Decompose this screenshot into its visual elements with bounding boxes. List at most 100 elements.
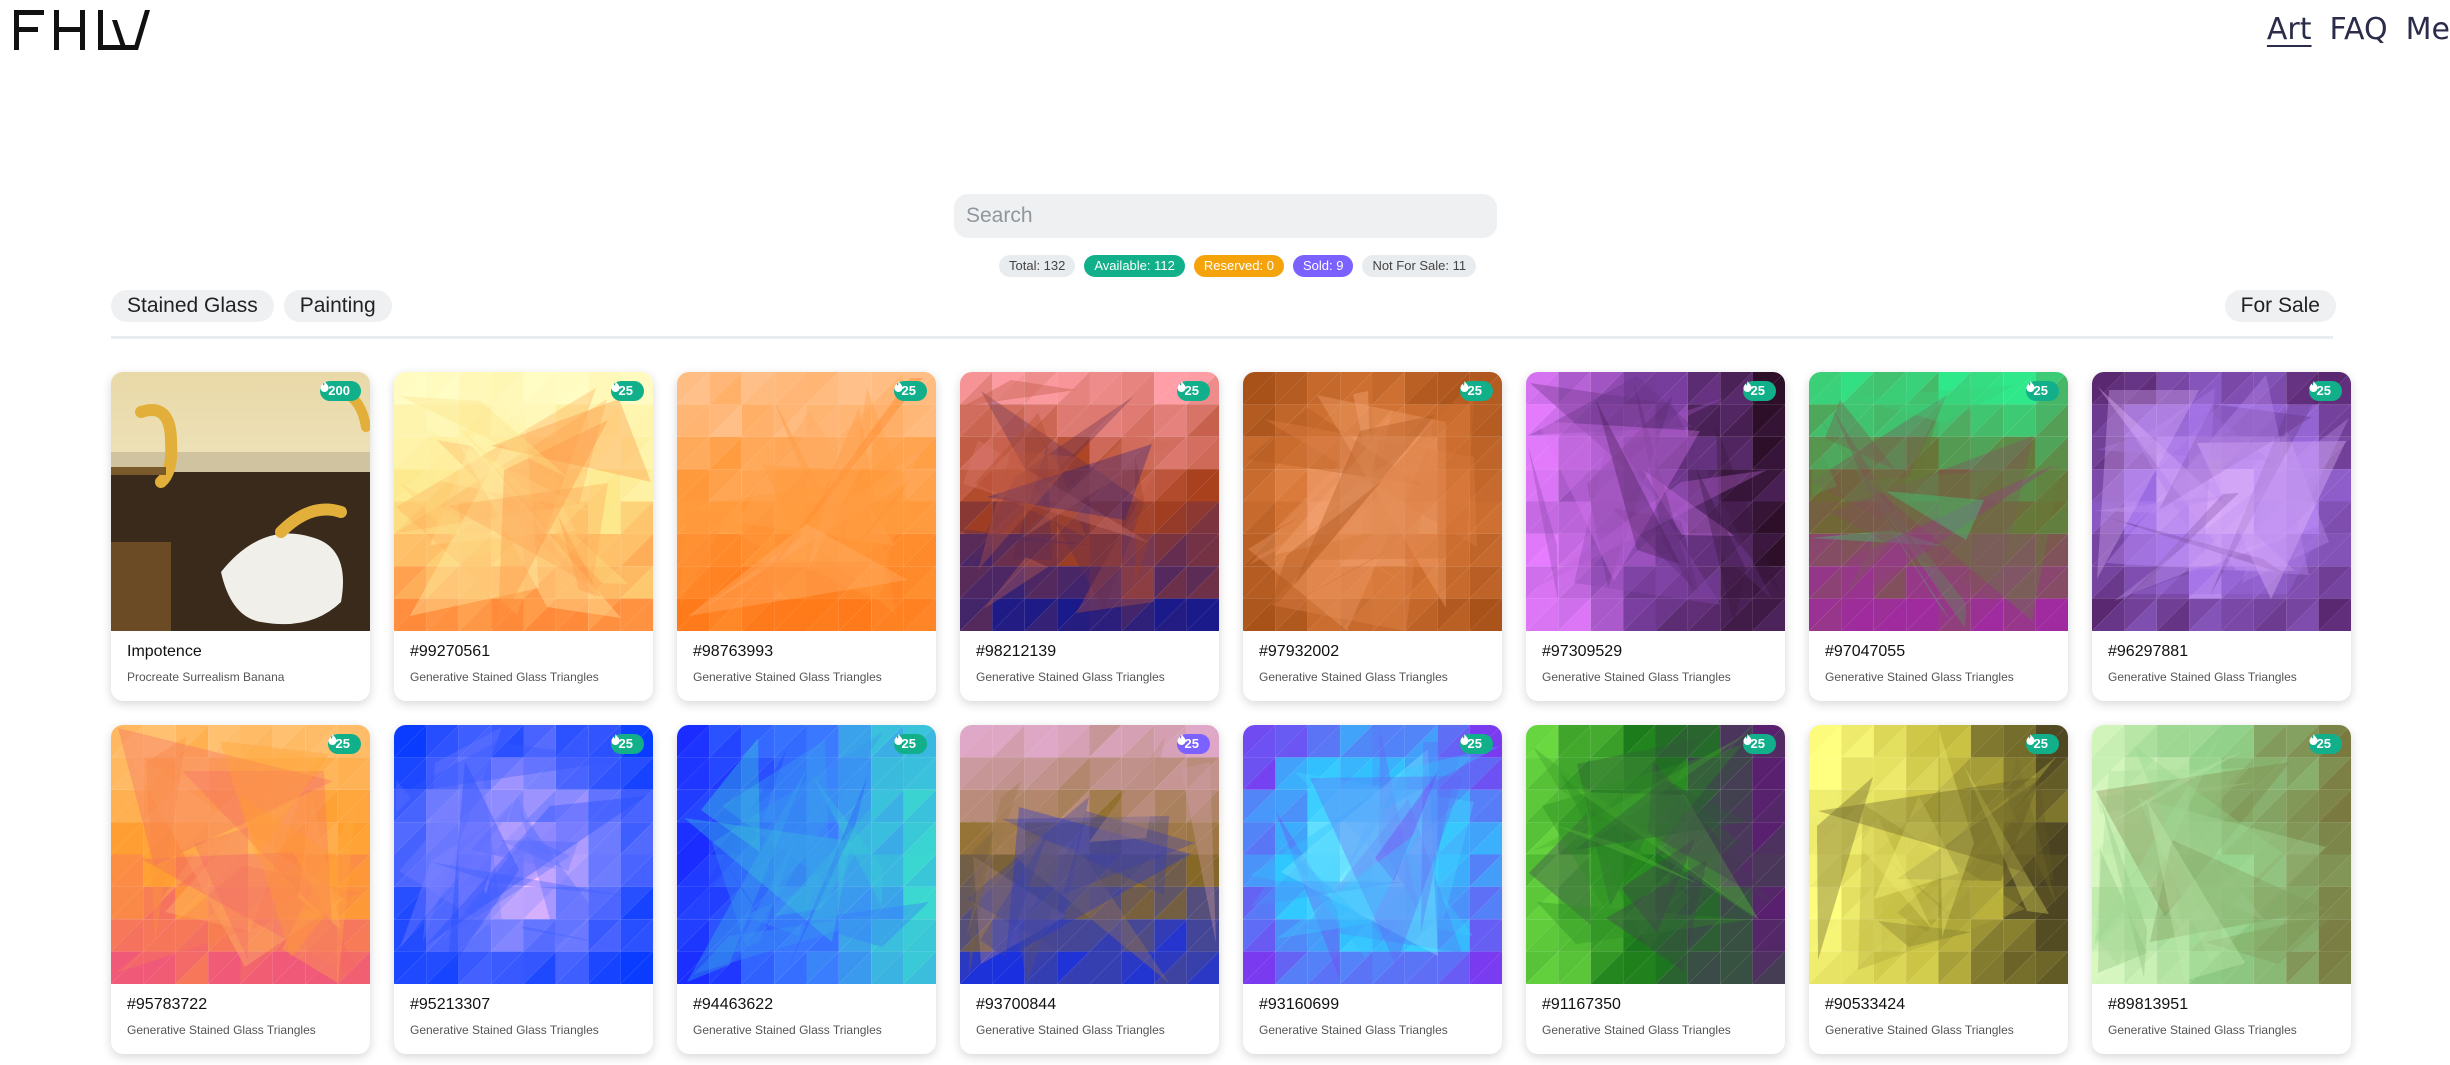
logo[interactable] <box>14 10 150 50</box>
price-value: 25 <box>618 736 633 751</box>
art-card[interactable]: 25 #93700844 Generative Stained Glass Tria… <box>960 725 1219 1054</box>
art-card[interactable]: 25 #96297881 Generative Stained Glass Tria… <box>2092 372 2351 701</box>
not-for-sale-count-badge: Not For Sale: 11 <box>1362 255 1477 277</box>
artwork-image <box>2092 725 2351 984</box>
art-card[interactable]: 25 #98763993 Generative Stained Glass Tria… <box>677 372 936 701</box>
art-card[interactable]: 25 #97047055 Generative Stained Glass Tria… <box>1809 372 2068 701</box>
price-badge: 25 <box>610 734 644 754</box>
artwork-image <box>1809 372 2068 631</box>
artwork-image <box>111 725 370 984</box>
artwork-title[interactable]: #91167350 <box>1542 996 1621 1014</box>
artwork-title[interactable]: #98763993 <box>693 643 773 661</box>
artwork-title[interactable]: #98212139 <box>976 643 1056 661</box>
artwork-collection: Generative Stained Glass Triangles <box>1542 1023 1731 1037</box>
artwork-thumbnail[interactable]: 25 <box>111 725 370 984</box>
price-value: 25 <box>1467 736 1482 751</box>
art-card[interactable]: 25 #97309529 Generative Stained Glass Tria… <box>1526 372 1785 701</box>
artwork-image <box>1243 725 1502 984</box>
price-value: 25 <box>335 736 350 751</box>
artwork-image <box>1526 372 1785 631</box>
artwork-collection: Generative Stained Glass Triangles <box>976 1023 1165 1037</box>
artwork-title[interactable]: Impotence <box>127 643 202 661</box>
price-value: 25 <box>2033 736 2048 751</box>
artwork-image <box>394 725 653 984</box>
artwork-thumbnail[interactable]: 25 <box>2092 725 2351 984</box>
art-card[interactable]: 25 #95213307 Generative Stained Glass Tria… <box>394 725 653 1054</box>
artwork-thumbnail[interactable]: 200 <box>111 372 370 631</box>
reserved-count-badge: Reserved: 0 <box>1193 255 1284 277</box>
artwork-thumbnail[interactable]: 25 <box>1809 725 2068 984</box>
artwork-title[interactable]: #93700844 <box>976 996 1056 1014</box>
nav-faq[interactable]: FAQ <box>2330 12 2388 48</box>
artwork-collection: Generative Stained Glass Triangles <box>1259 670 1448 684</box>
artwork-title[interactable]: #93160699 <box>1259 996 1339 1014</box>
artwork-thumbnail[interactable]: 25 <box>1243 372 1502 631</box>
art-card[interactable]: 25 #90533424 Generative Stained Glass Tria… <box>1809 725 2068 1054</box>
artwork-thumbnail[interactable]: 25 <box>2092 372 2351 631</box>
artwork-thumbnail[interactable]: 25 <box>394 372 653 631</box>
artwork-thumbnail[interactable]: 25 <box>1243 725 1502 984</box>
price-value: 25 <box>1184 736 1199 751</box>
art-card[interactable]: 25 #89813951 Generative Stained Glass Tria… <box>2092 725 2351 1054</box>
artwork-thumbnail[interactable]: 25 <box>1526 725 1785 984</box>
art-card[interactable]: 25 #98212139 Generative Stained Glass Tria… <box>960 372 1219 701</box>
artwork-thumbnail[interactable]: 25 <box>1809 372 2068 631</box>
artwork-thumbnail[interactable]: 25 <box>677 372 936 631</box>
artwork-image <box>677 725 936 984</box>
available-count-badge: Available: 112 <box>1084 255 1185 277</box>
art-card[interactable]: 25 #94463622 Generative Stained Glass Tria… <box>677 725 936 1054</box>
artwork-title[interactable]: #90533424 <box>1825 996 1905 1014</box>
sold-count-badge: Sold: 9 <box>1292 255 1354 277</box>
price-value: 25 <box>2033 383 2048 398</box>
art-card[interactable]: 25 #91167350 Generative Stained Glass Tria… <box>1526 725 1785 1054</box>
artwork-title[interactable]: #97932002 <box>1259 643 1339 661</box>
artwork-title[interactable]: #95783722 <box>127 996 207 1014</box>
art-card[interactable]: 25 #93160699 Generative Stained Glass Tria… <box>1243 725 1502 1054</box>
artwork-title[interactable]: #96297881 <box>2108 643 2188 661</box>
artwork-image <box>1809 725 2068 984</box>
artwork-title[interactable]: #97047055 <box>1825 643 1905 661</box>
filter-stained-glass[interactable]: Stained Glass <box>111 290 274 322</box>
artwork-thumbnail[interactable]: 25 <box>394 725 653 984</box>
artwork-thumbnail[interactable]: 25 <box>960 372 1219 631</box>
filter-for-sale[interactable]: For Sale <box>2224 290 2336 322</box>
price-value: 25 <box>901 736 916 751</box>
price-badge: 25 <box>893 734 927 754</box>
art-card[interactable]: 200 Impotence Procreate Surrealism Banana <box>111 372 370 701</box>
art-card[interactable]: 25 #97932002 Generative Stained Glass Tria… <box>1243 372 1502 701</box>
artwork-image <box>960 725 1219 984</box>
artwork-title[interactable]: #89813951 <box>2108 996 2188 1014</box>
price-badge: 25 <box>1176 734 1210 754</box>
price-value: 25 <box>1750 383 1765 398</box>
artwork-collection: Generative Stained Glass Triangles <box>976 670 1165 684</box>
price-badge: 25 <box>2025 381 2059 401</box>
artwork-collection: Generative Stained Glass Triangles <box>1825 1023 2014 1037</box>
artwork-collection: Generative Stained Glass Triangles <box>410 1023 599 1037</box>
artwork-image <box>1526 725 1785 984</box>
price-badge: 25 <box>2025 734 2059 754</box>
price-value: 25 <box>1184 383 1199 398</box>
logo-mark <box>14 10 150 50</box>
filter-painting[interactable]: Painting <box>283 290 392 322</box>
artwork-collection: Generative Stained Glass Triangles <box>1542 670 1731 684</box>
artwork-thumbnail[interactable]: 25 <box>677 725 936 984</box>
artwork-title[interactable]: #95213307 <box>410 996 490 1014</box>
price-badge: 25 <box>1742 734 1776 754</box>
main-nav: Art FAQ Me <box>2249 12 2450 48</box>
artwork-thumbnail[interactable]: 25 <box>960 725 1219 984</box>
artwork-title[interactable]: #94463622 <box>693 996 773 1014</box>
artwork-thumbnail[interactable]: 25 <box>1526 372 1785 631</box>
artwork-title[interactable]: #99270561 <box>410 643 490 661</box>
artwork-title[interactable]: #97309529 <box>1542 643 1622 661</box>
divider <box>111 336 2333 339</box>
art-card[interactable]: 25 #95783722 Generative Stained Glass Tria… <box>111 725 370 1054</box>
art-card[interactable]: 25 #99270561 Generative Stained Glass Tria… <box>394 372 653 701</box>
artwork-collection: Generative Stained Glass Triangles <box>410 670 599 684</box>
price-value: 200 <box>328 383 350 398</box>
price-badge: 25 <box>893 381 927 401</box>
nav-art[interactable]: Art <box>2267 12 2312 48</box>
nav-me[interactable]: Me <box>2406 12 2450 48</box>
status-counts: Total: 132 Available: 112 Reserved: 0 So… <box>999 255 1477 277</box>
search-input[interactable] <box>954 194 1497 238</box>
price-value: 25 <box>618 383 633 398</box>
